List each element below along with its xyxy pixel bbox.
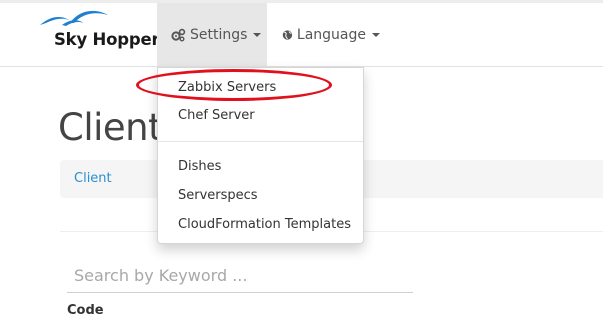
brand-link[interactable]: Sky Hopper [30, 6, 160, 62]
search-input[interactable] [67, 258, 413, 293]
menu-item-dishes[interactable]: Dishes [158, 154, 363, 180]
language-menu-toggle[interactable]: Language [270, 3, 380, 66]
caret-down-icon [253, 32, 262, 37]
gears-icon [171, 28, 186, 41]
menu-item-zabbix-servers[interactable]: Zabbix Servers [158, 75, 363, 101]
menu-item-chef-server[interactable]: Chef Server [158, 103, 363, 129]
menu-item-serverspecs[interactable]: Serverspecs [158, 183, 363, 209]
menu-divider [158, 141, 363, 142]
language-label: Language [296, 26, 366, 43]
settings-dropdown-menu: Zabbix Servers Chef Server Dishes Server… [157, 67, 364, 244]
navbar: Sky Hopper Settings Language [0, 0, 603, 67]
caret-down-icon [372, 32, 380, 37]
globe-icon [282, 29, 293, 40]
breadcrumb-item-client[interactable]: Client [74, 171, 112, 186]
settings-menu-toggle[interactable]: Settings [157, 3, 267, 66]
page: Sky Hopper Settings Language Client Clie… [0, 0, 603, 319]
page-title: Client [58, 106, 163, 149]
settings-label: Settings [190, 26, 248, 43]
brand-name: Sky Hopper [54, 30, 160, 49]
menu-item-cloudformation-templates[interactable]: CloudFormation Templates [158, 212, 363, 238]
column-header-code[interactable]: Code [67, 303, 104, 318]
